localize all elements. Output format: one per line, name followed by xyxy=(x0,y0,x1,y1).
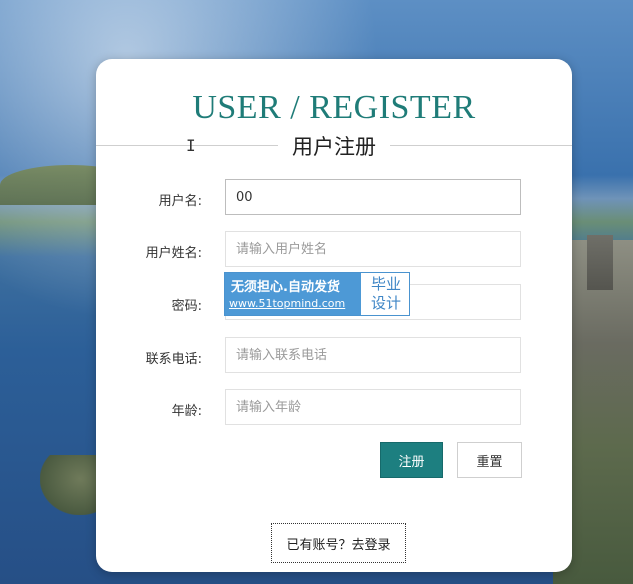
age-row: 年龄: xyxy=(96,389,572,427)
username-row: 用户名: xyxy=(96,179,572,217)
register-button[interactable]: 注册 xyxy=(380,442,443,478)
watermark-badge: 毕业 设计 xyxy=(363,273,409,315)
watermark-left: 无须担心.自动发货 www.51topmind.com xyxy=(225,273,361,315)
text-cursor-icon: I xyxy=(186,136,196,155)
page-title-en: USER / REGISTER xyxy=(192,89,476,126)
watermark-line1: 无须担心.自动发货 xyxy=(231,280,340,295)
page-title-cn: 用户注册 xyxy=(292,135,376,159)
go-login-link[interactable]: 已有账号？去登录 xyxy=(271,523,406,563)
reset-button[interactable]: 重置 xyxy=(457,442,522,478)
background-tower xyxy=(587,235,613,290)
username-label: 用户名: xyxy=(158,194,202,209)
watermark-banner: 无须担心.自动发货 www.51topmind.com 毕业 设计 xyxy=(224,272,410,316)
username-input[interactable] xyxy=(225,179,521,215)
fullname-label: 用户姓名: xyxy=(145,246,202,261)
password-label: 密码: xyxy=(171,299,202,314)
phone-label: 联系电话: xyxy=(145,352,202,367)
fullname-row: 用户姓名: xyxy=(96,231,572,269)
phone-input[interactable] xyxy=(225,337,521,373)
fullname-input[interactable] xyxy=(225,231,521,267)
age-input[interactable] xyxy=(225,389,521,425)
watermark-badge-line1: 毕业 xyxy=(370,275,401,293)
watermark-line2: www.51topmind.com xyxy=(229,297,346,310)
age-label: 年龄: xyxy=(171,404,202,419)
page-title-cn-wrap: 用户注册 xyxy=(96,131,572,161)
phone-row: 联系电话: xyxy=(96,337,572,375)
watermark-badge-line2: 设计 xyxy=(370,294,401,312)
